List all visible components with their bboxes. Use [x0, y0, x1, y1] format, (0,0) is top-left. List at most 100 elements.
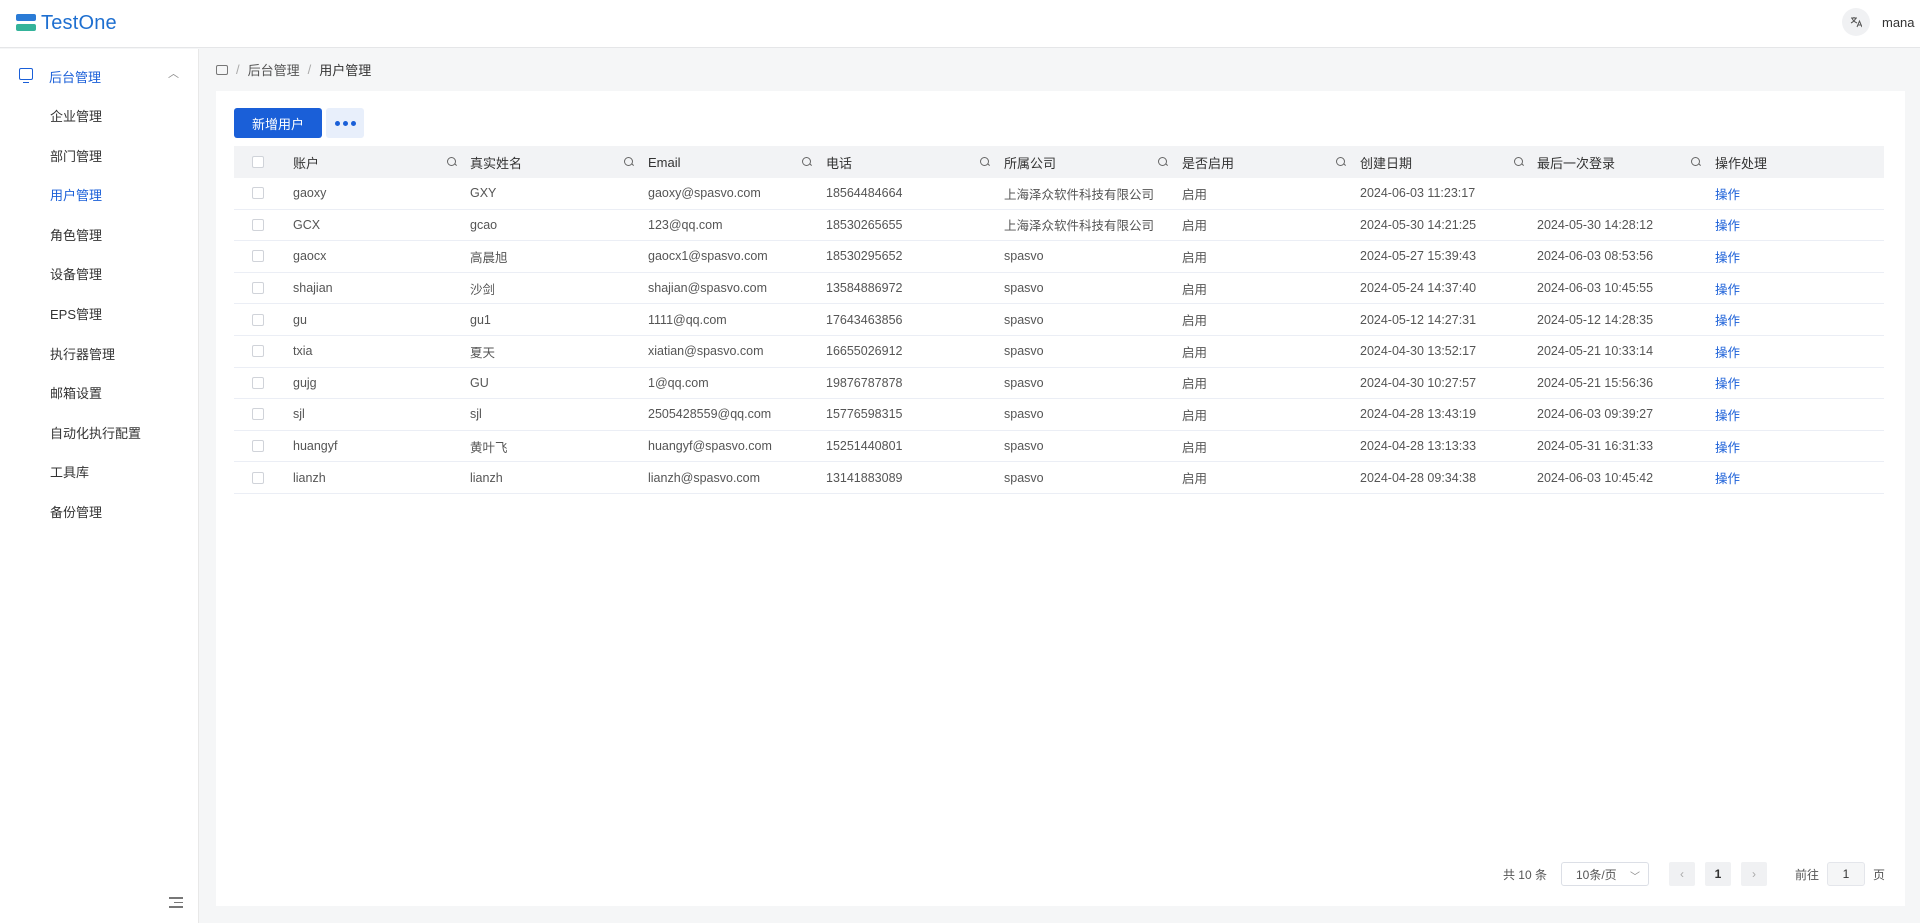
- cell-text: spasvo: [1004, 249, 1044, 264]
- cell-text[interactable]: 操作: [1715, 215, 1740, 234]
- sidebar-item[interactable]: 邮箱设置: [0, 375, 199, 405]
- cell-phone: 18530265655: [826, 210, 996, 241]
- cell-text: 18564484664: [826, 186, 903, 201]
- cell-text[interactable]: 操作: [1715, 279, 1740, 298]
- search-icon[interactable]: [624, 157, 634, 167]
- row-checkbox[interactable]: [252, 273, 264, 304]
- row-checkbox[interactable]: [252, 336, 264, 367]
- cell-text: lianzh: [293, 470, 326, 485]
- app-logo[interactable]: TestOne: [16, 11, 117, 35]
- cell-account: lianzh: [293, 462, 463, 493]
- cell-text: 启用: [1182, 282, 1208, 297]
- cell-text: 15776598315: [826, 407, 903, 422]
- select-all-checkbox[interactable]: [252, 146, 264, 178]
- table-row: gu gu1 1111@qq.com 17643463856 spasvo 启用 2024-…: [234, 304, 1884, 336]
- collapse-menu-icon[interactable]: [169, 897, 183, 909]
- cell-realname: lianzh: [470, 462, 640, 493]
- row-action-link[interactable]: 操作: [1715, 462, 1865, 493]
- row-checkbox[interactable]: [252, 368, 264, 399]
- row-checkbox[interactable]: [252, 241, 264, 272]
- row-checkbox[interactable]: [252, 399, 264, 430]
- prev-page-button[interactable]: ‹: [1668, 862, 1695, 886]
- cell-text[interactable]: 操作: [1715, 468, 1740, 487]
- user-menu[interactable]: mana: [1882, 15, 1920, 30]
- cell-text: 启用: [1182, 219, 1208, 234]
- cell-text: 2024-05-21 15:56:36: [1537, 375, 1654, 390]
- table-row: sjl sjl 2505428559@qq.com 15776598315 spasvo…: [234, 399, 1884, 431]
- cell-text[interactable]: 操作: [1715, 247, 1740, 266]
- sidebar-item[interactable]: 备份管理: [0, 494, 199, 524]
- next-page-button[interactable]: ›: [1740, 862, 1767, 886]
- cell-text: xiatian@spasvo.com: [648, 344, 764, 359]
- sidebar-item[interactable]: 企业管理: [0, 98, 199, 128]
- page-size-select[interactable]: 10条/页 ﹀: [1560, 862, 1649, 886]
- sidebar-item[interactable]: 角色管理: [0, 217, 199, 247]
- cell-text[interactable]: 操作: [1715, 437, 1740, 456]
- breadcrumb-separator: /: [307, 62, 312, 77]
- cell-text[interactable]: 操作: [1715, 405, 1740, 424]
- sidebar-group-admin[interactable]: 后台管理 ︿: [0, 59, 199, 91]
- search-icon[interactable]: [1336, 157, 1346, 167]
- cell-text: 2024-05-30 14:21:25: [1360, 217, 1477, 232]
- cell-text: gaoxy@spasvo.com: [648, 186, 761, 201]
- sidebar-group-label: 后台管理: [49, 70, 102, 85]
- sidebar-item[interactable]: 部门管理: [0, 138, 199, 168]
- row-checkbox[interactable]: [252, 210, 264, 241]
- row-checkbox[interactable]: [252, 304, 264, 335]
- row-action-link[interactable]: 操作: [1715, 210, 1865, 241]
- cell-last-login: 2024-06-03 10:45:42: [1537, 462, 1707, 493]
- cell-email: 1111@qq.com: [648, 304, 818, 335]
- row-action-link[interactable]: 操作: [1715, 241, 1865, 272]
- row-action-link[interactable]: 操作: [1715, 273, 1865, 304]
- row-action-link[interactable]: 操作: [1715, 399, 1865, 430]
- cell-text: 高晨旭: [470, 250, 508, 265]
- cell-text[interactable]: 操作: [1715, 184, 1740, 203]
- translate-icon[interactable]: [1842, 8, 1870, 36]
- row-action-link[interactable]: 操作: [1715, 178, 1865, 209]
- row-action-link[interactable]: 操作: [1715, 304, 1865, 335]
- search-icon[interactable]: [1691, 157, 1701, 167]
- search-icon[interactable]: [1158, 157, 1168, 167]
- row-checkbox[interactable]: [252, 462, 264, 493]
- cell-realname: GU: [470, 368, 640, 399]
- cell-text: 启用: [1182, 377, 1208, 392]
- cell-text[interactable]: 操作: [1715, 373, 1740, 392]
- sidebar-item[interactable]: 工具库: [0, 454, 199, 484]
- cell-text: 2024-06-03 10:45:55: [1537, 281, 1654, 296]
- cell-text: 2024-04-28 09:34:38: [1360, 470, 1477, 485]
- breadcrumb-parent[interactable]: 后台管理: [248, 60, 300, 79]
- page-number-current[interactable]: 1: [1704, 862, 1731, 886]
- cell-last-login: 2024-05-21 10:33:14: [1537, 336, 1707, 367]
- sidebar-item[interactable]: 用户管理: [0, 177, 199, 207]
- cell-email: xiatian@spasvo.com: [648, 336, 818, 367]
- cell-text: huangyf: [293, 439, 338, 454]
- sidebar-item[interactable]: EPS管理: [0, 296, 199, 326]
- add-user-button[interactable]: 新增用户: [234, 108, 322, 138]
- cell-text: 19876787878: [826, 375, 903, 390]
- cell-account: GCX: [293, 210, 463, 241]
- search-icon[interactable]: [980, 157, 990, 167]
- more-actions-button[interactable]: [326, 108, 364, 138]
- cell-text: 2024-06-03 10:45:42: [1537, 470, 1654, 485]
- column-header-account: 账户: [293, 155, 320, 171]
- row-action-link[interactable]: 操作: [1715, 336, 1865, 367]
- cell-text[interactable]: 操作: [1715, 310, 1740, 329]
- search-icon[interactable]: [1514, 157, 1524, 167]
- sidebar-item[interactable]: 执行器管理: [0, 336, 199, 366]
- sidebar-item[interactable]: 自动化执行配置: [0, 415, 199, 445]
- cell-text: 2024-06-03 11:23:17: [1360, 186, 1476, 201]
- cell-company: spasvo: [1004, 462, 1156, 493]
- search-icon[interactable]: [802, 157, 812, 167]
- users-table: 账户 真实姓名 Email 电话 所属公司 是否启用 创建日期 最后一次登录 操作处理 gaox…: [234, 146, 1884, 494]
- cell-created: 2024-05-27 15:39:43: [1360, 241, 1530, 272]
- cell-text[interactable]: 操作: [1715, 342, 1740, 361]
- home-icon[interactable]: [216, 64, 228, 75]
- goto-page-input[interactable]: [1826, 862, 1865, 886]
- row-action-link[interactable]: 操作: [1715, 431, 1865, 462]
- row-checkbox[interactable]: [252, 178, 264, 209]
- sidebar-item[interactable]: 设备管理: [0, 256, 199, 286]
- search-icon[interactable]: [447, 157, 457, 167]
- row-action-link[interactable]: 操作: [1715, 368, 1865, 399]
- cell-text: 启用: [1182, 187, 1208, 202]
- row-checkbox[interactable]: [252, 431, 264, 462]
